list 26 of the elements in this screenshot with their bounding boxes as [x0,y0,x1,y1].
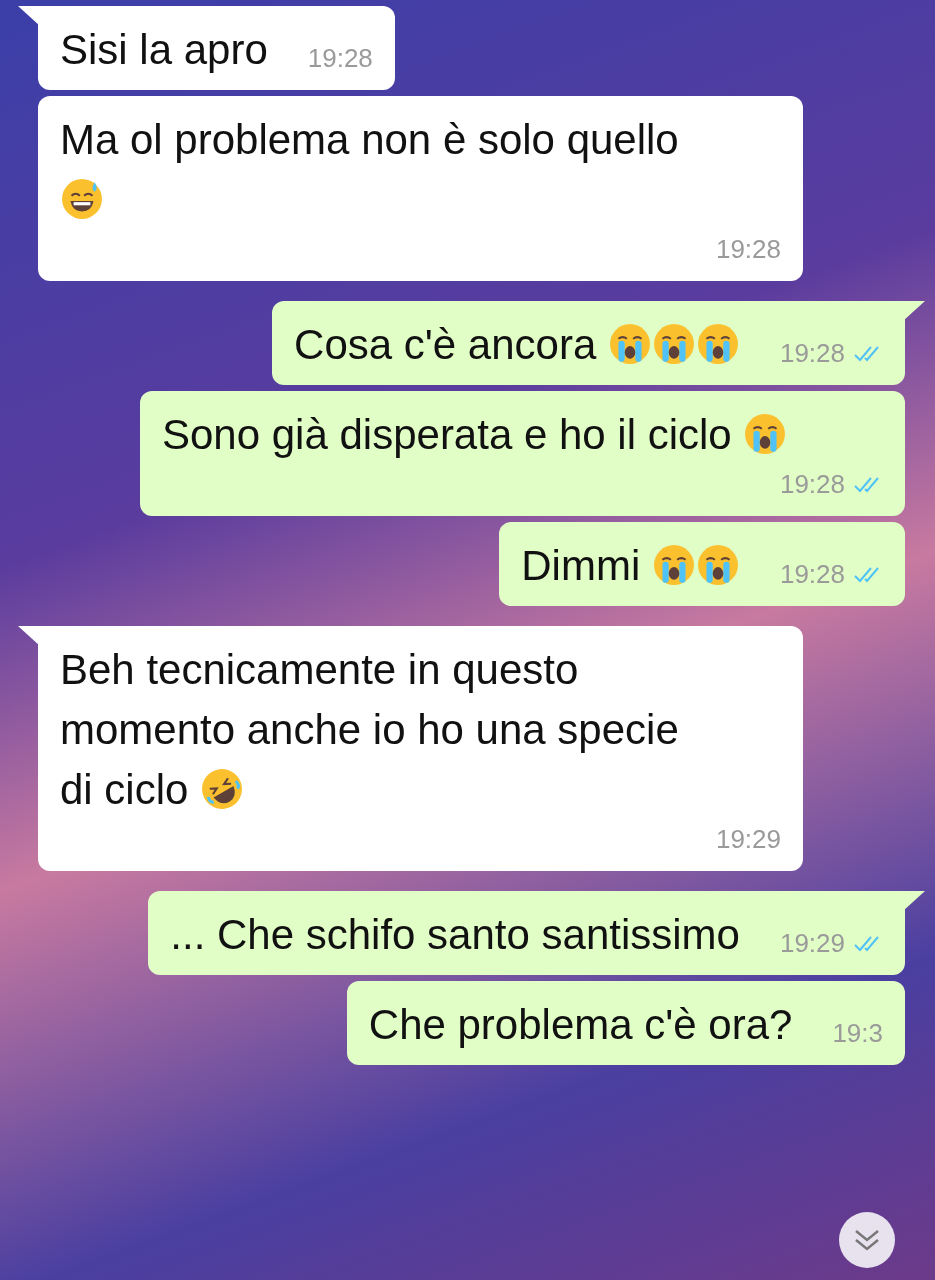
message-text: Sisi la apro [60,25,268,75]
message-text: Beh tecnicamente in questo momento anche io ho una specie di ciclo [60,645,680,815]
message-time: 19:29 [715,823,781,856]
message-time: 19:28 [307,42,373,75]
message-time: 19:29 [779,927,845,960]
message-time: 19:28 [779,337,845,370]
scroll-down-button[interactable] [839,1212,895,1268]
message-text: Dimmi [521,536,740,596]
message-text: Che problema c'è ora? [368,1000,793,1050]
laughing-face-icon [201,768,244,810]
message-time: 19:3 [832,1017,883,1050]
crying-face-icon [696,323,739,365]
smiling-face-with-sweat-icon [61,178,103,220]
message-text: Cosa c'è ancora [294,315,740,375]
crying-face-icon [652,323,695,365]
crying-face-icon [608,323,651,365]
message-text: ... Che schifo santo santissimo [170,910,740,960]
crying-face-icon [652,544,695,586]
crying-face-icon [696,544,739,586]
message-time: 19:28 [779,558,845,591]
message-text: Ma ol problema non è solo quello [60,110,710,230]
message-time: 19:28 [779,468,845,501]
message-time: 19:28 [715,233,781,266]
message-text: Sono già disperata e ho il ciclo [162,405,788,465]
double-chevron-down-icon [853,1228,881,1252]
crying-face-icon [744,413,787,455]
